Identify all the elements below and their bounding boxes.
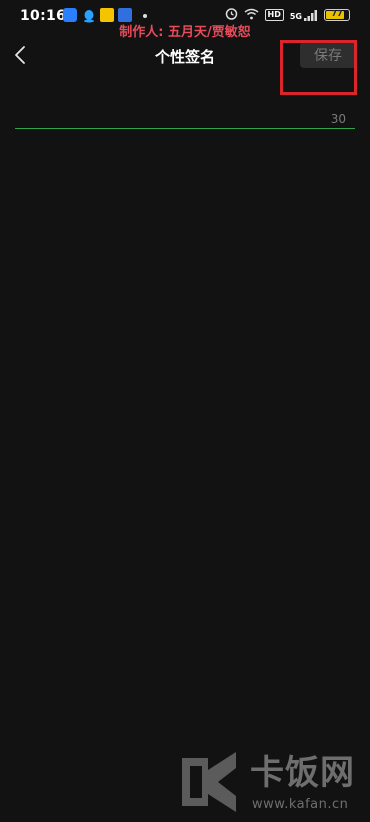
character-counter: 30 bbox=[330, 112, 346, 126]
signature-input[interactable] bbox=[15, 104, 355, 128]
battery-icon: 77 bbox=[324, 9, 350, 21]
brand-url: www.kafan.cn bbox=[252, 797, 349, 812]
qq-icon bbox=[82, 8, 96, 23]
brand-name: 卡饭网 bbox=[250, 753, 355, 793]
signal-icon: 5G bbox=[290, 9, 318, 21]
author-watermark: 制作人: 五月天/贾敏恕 bbox=[119, 25, 251, 40]
hd-badge: HD bbox=[264, 9, 284, 21]
more-notifications-dot bbox=[143, 14, 147, 18]
kafan-logo-icon bbox=[178, 748, 250, 816]
signature-underline bbox=[15, 128, 355, 129]
app-notification-icon bbox=[100, 8, 114, 22]
app-notification-icon bbox=[63, 8, 77, 22]
save-highlight-box bbox=[280, 40, 357, 95]
app-notification-icon bbox=[118, 8, 132, 22]
